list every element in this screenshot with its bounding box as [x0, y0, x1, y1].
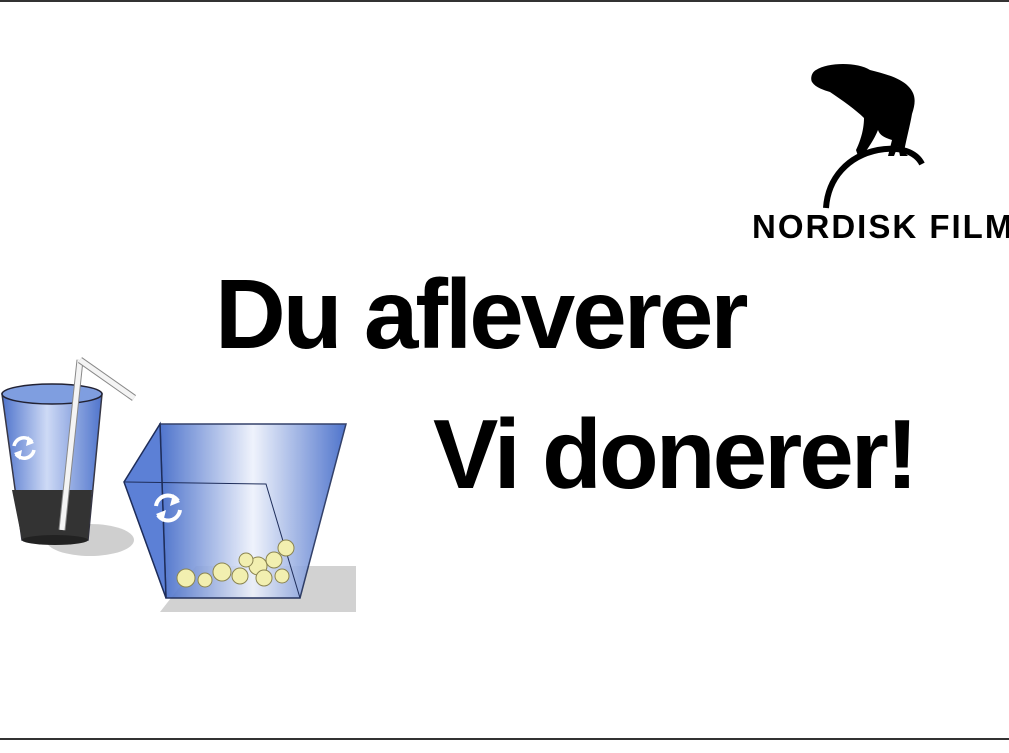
headline-line-1: Du afleverer	[215, 259, 749, 369]
bottom-border	[0, 738, 1009, 740]
cup-and-popcorn-illustration	[1, 357, 356, 612]
polar-bear-icon	[811, 64, 925, 209]
nordisk-film-logo: NORDISK FILM	[748, 60, 1009, 250]
headline-line-2: Vi donerer!	[433, 399, 919, 509]
drink-cup	[1, 383, 103, 545]
logo-text: NORDISK FILM	[752, 208, 1009, 245]
top-border	[0, 0, 1009, 2]
